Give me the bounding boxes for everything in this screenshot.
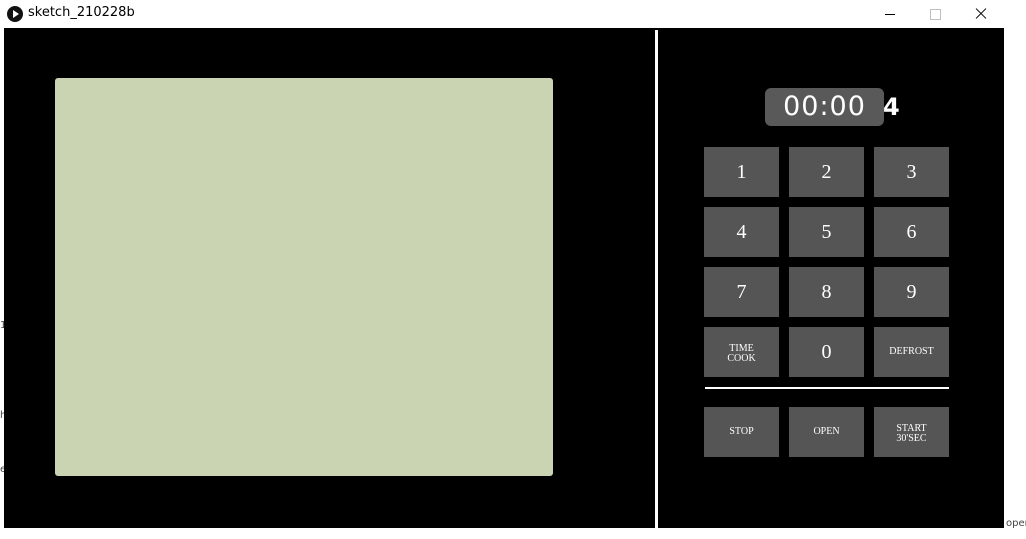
maximize-button[interactable] [912, 0, 958, 28]
stop-button[interactable]: STOP [704, 407, 779, 457]
start-button[interactable]: START 30'SEC [874, 407, 949, 457]
key-1-button[interactable]: 1 [704, 147, 779, 197]
key-0-button[interactable]: 0 [789, 327, 864, 377]
time-cook-button[interactable]: TIME COOK [704, 327, 779, 377]
key-3-button[interactable]: 3 [874, 147, 949, 197]
keypad-divider [705, 387, 949, 389]
title-bar[interactable]: sketch_210228b [0, 0, 1026, 28]
close-button[interactable] [958, 0, 1004, 28]
background-text-fragment: oper [1006, 518, 1026, 529]
processing-play-icon [7, 6, 23, 22]
vertical-divider [655, 30, 658, 528]
sketch-canvas[interactable]: 00:00 4 1 2 3 4 5 6 7 8 9 TIME COOK 0 DE… [4, 28, 1004, 528]
defrost-button[interactable]: DEFROST [874, 327, 949, 377]
key-5-button[interactable]: 5 [789, 207, 864, 257]
timer-display: 00:00 [765, 88, 884, 126]
app-window: sketch_210228b 1 h e oper 00:00 4 1 2 3 … [0, 0, 1026, 539]
key-2-button[interactable]: 2 [789, 147, 864, 197]
open-button[interactable]: OPEN [789, 407, 864, 457]
minimize-button[interactable] [866, 0, 912, 28]
key-9-button[interactable]: 9 [874, 267, 949, 317]
key-4-button[interactable]: 4 [704, 207, 779, 257]
microwave-window [55, 78, 553, 476]
key-6-button[interactable]: 6 [874, 207, 949, 257]
key-7-button[interactable]: 7 [704, 267, 779, 317]
timer-overflow-digit: 4 [883, 93, 900, 121]
window-title: sketch_210228b [28, 5, 135, 20]
key-8-button[interactable]: 8 [789, 267, 864, 317]
